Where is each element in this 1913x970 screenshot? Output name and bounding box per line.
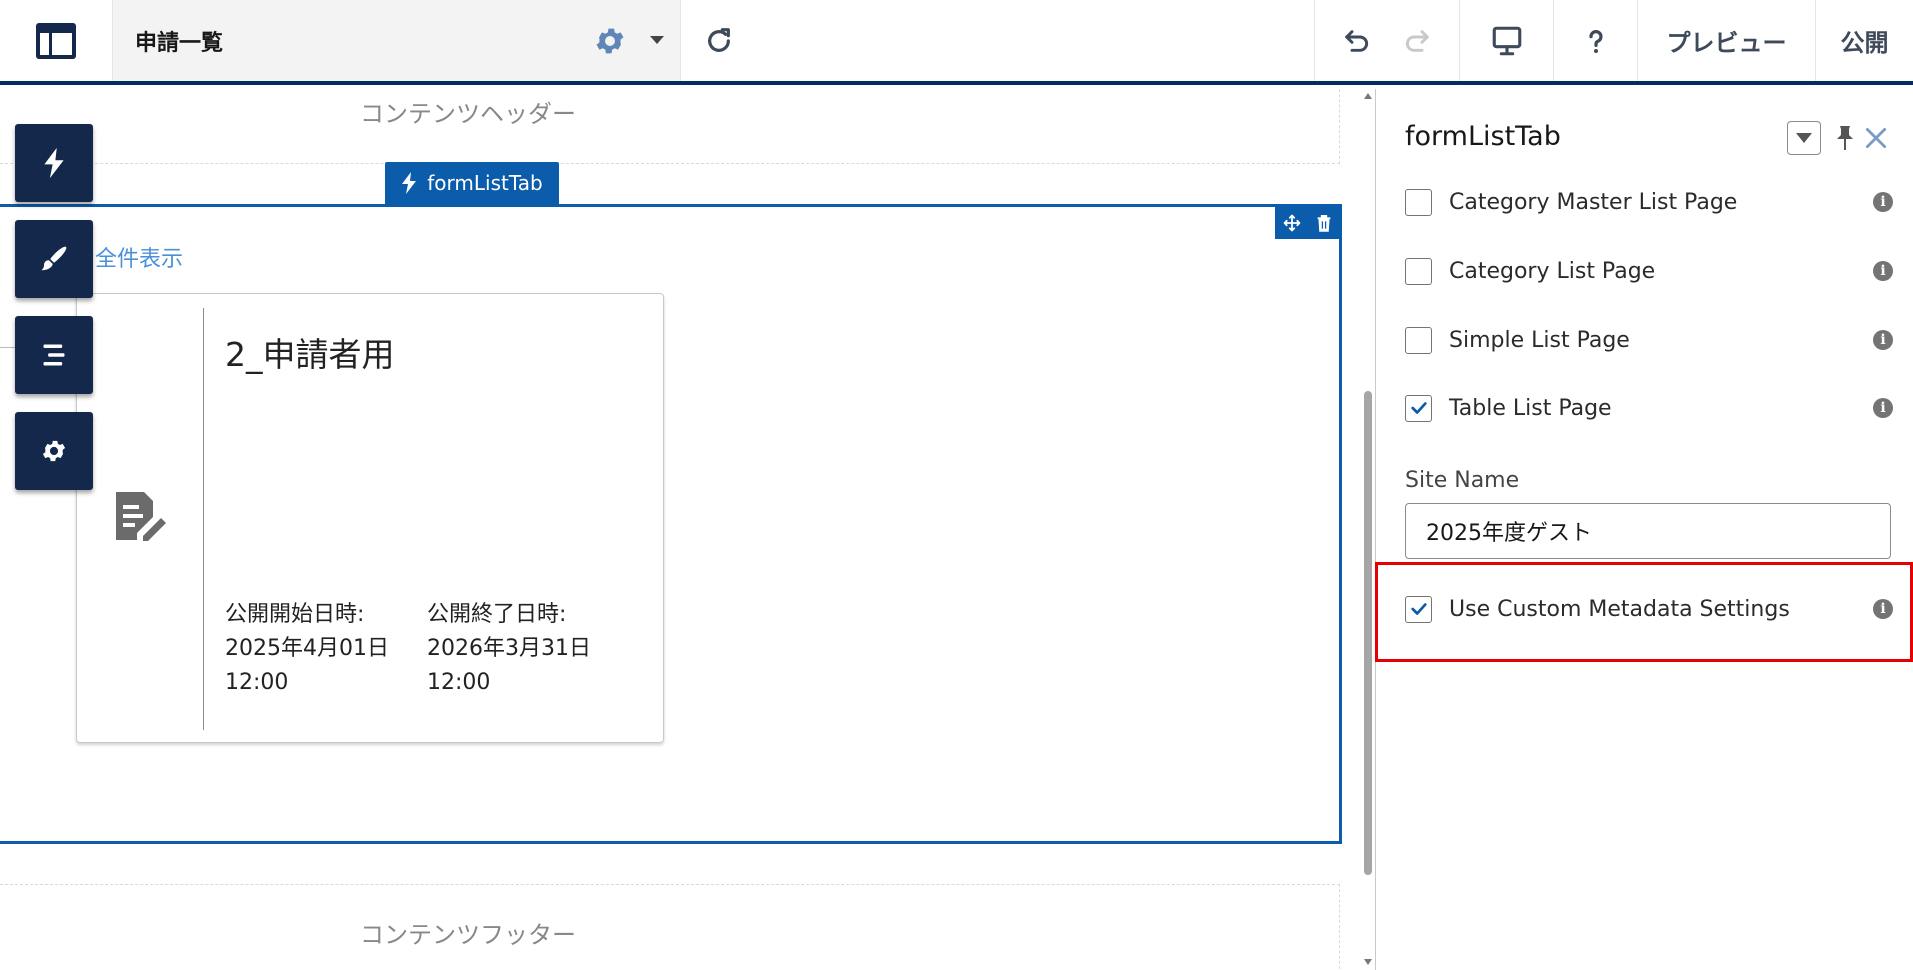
form-list-tab-component[interactable]: 全件表示 2_申請者用 公開開始日時: 2025年4月01日 12:00 公開終… <box>0 204 1342 844</box>
app-switcher-button[interactable] <box>0 0 113 81</box>
content-header-label: コンテンツヘッダー <box>360 100 576 128</box>
panel-menu-button[interactable] <box>1787 121 1821 155</box>
info-icon[interactable]: i <box>1873 261 1893 281</box>
builder-tool-rail <box>15 124 95 508</box>
scroll-up-arrow[interactable] <box>1364 93 1372 99</box>
property-label: Table List Page <box>1449 395 1612 421</box>
pin-icon[interactable] <box>1835 125 1855 151</box>
rail-divider <box>0 347 15 348</box>
component-tag[interactable]: formListTab <box>385 162 559 204</box>
page-canvas: コンテンツヘッダー formListTab 全件表示 2_申請者用 公開開始日時… <box>0 89 1375 970</box>
refresh-button[interactable] <box>681 0 756 81</box>
info-icon[interactable]: i <box>1873 192 1893 212</box>
checkbox[interactable] <box>1405 326 1432 354</box>
property-category-master-list-page[interactable]: Category Master List Page i <box>1405 182 1893 222</box>
brush-icon <box>41 246 67 271</box>
top-toolbar: 申請一覧 プレビュー 公開 <box>0 0 1913 85</box>
lightning-icon <box>44 147 64 179</box>
property-category-list-page[interactable]: Category List Page i <box>1405 251 1893 291</box>
property-panel: formListTab Category Master List Page i … <box>1375 89 1913 970</box>
property-label: Category Master List Page <box>1449 189 1738 215</box>
property-table-list-page[interactable]: Table List Page i <box>1405 388 1893 428</box>
publish-button[interactable]: 公開 <box>1815 0 1913 81</box>
content-footer-region[interactable]: コンテンツフッター <box>0 884 1340 970</box>
info-icon[interactable]: i <box>1873 398 1893 418</box>
page-selector[interactable]: 申請一覧 <box>113 0 681 81</box>
lightning-icon <box>402 172 417 194</box>
checkbox[interactable] <box>1405 595 1432 623</box>
component-actions <box>1275 207 1339 239</box>
publish-end-date: 公開終了日時: 2026年3月31日 12:00 <box>427 602 591 695</box>
list-icon <box>43 344 65 366</box>
redo-icon[interactable] <box>1402 25 1434 57</box>
view-all-link[interactable]: 全件表示 <box>95 241 183 273</box>
property-label: Use Custom Metadata Settings <box>1449 596 1790 622</box>
chevron-down-icon <box>1796 133 1812 143</box>
canvas-scrollbar[interactable] <box>1361 89 1375 970</box>
info-icon[interactable]: i <box>1873 599 1893 619</box>
move-icon[interactable] <box>1283 214 1301 232</box>
site-name-label: Site Name <box>1405 468 1520 493</box>
theme-button[interactable] <box>15 220 93 298</box>
form-document-icon <box>113 489 167 547</box>
property-label: Simple List Page <box>1449 327 1630 353</box>
content-footer-label: コンテンツフッター <box>360 921 576 949</box>
desktop-icon <box>1492 26 1521 55</box>
device-preview-button[interactable] <box>1459 0 1553 81</box>
navigation-button[interactable] <box>15 316 93 394</box>
checkbox[interactable] <box>1405 257 1432 285</box>
components-button[interactable] <box>15 124 93 202</box>
settings-button[interactable] <box>15 412 93 490</box>
preview-button[interactable]: プレビュー <box>1637 0 1815 81</box>
card-divider <box>203 308 204 730</box>
content-header-region[interactable]: コンテンツヘッダー <box>0 89 1340 164</box>
checkbox[interactable] <box>1405 394 1432 422</box>
checkmark-icon <box>1410 402 1427 414</box>
checkbox[interactable] <box>1405 188 1432 216</box>
publish-start-date: 公開開始日時: 2025年4月01日 12:00 <box>225 602 389 695</box>
site-name-input[interactable] <box>1405 503 1891 559</box>
help-button[interactable] <box>1553 0 1637 81</box>
layout-icon <box>36 22 76 59</box>
component-tag-label: formListTab <box>427 171 543 195</box>
close-icon[interactable] <box>1863 125 1889 151</box>
page-settings-icon[interactable] <box>593 24 627 58</box>
panel-title: formListTab <box>1405 121 1561 152</box>
property-label: Category List Page <box>1449 258 1656 284</box>
info-icon[interactable]: i <box>1873 330 1893 350</box>
gear-icon <box>42 440 66 462</box>
scroll-down-arrow[interactable] <box>1364 959 1372 965</box>
refresh-icon <box>707 27 730 52</box>
chevron-down-icon[interactable] <box>650 36 664 44</box>
help-icon <box>1588 29 1603 53</box>
scroll-thumb[interactable] <box>1364 391 1372 875</box>
property-simple-list-page[interactable]: Simple List Page i <box>1405 320 1893 360</box>
undo-icon[interactable] <box>1340 25 1372 57</box>
card-dates: 公開開始日時: 2025年4月01日 12:00 公開終了日時: 2026年3月… <box>225 598 607 700</box>
property-use-custom-metadata-settings[interactable]: Use Custom Metadata Settings i <box>1405 589 1893 629</box>
delete-icon[interactable] <box>1316 214 1332 232</box>
form-card[interactable]: 2_申請者用 公開開始日時: 2025年4月01日 12:00 公開終了日時: … <box>76 293 664 743</box>
card-title: 2_申請者用 <box>225 335 395 374</box>
page-title: 申請一覧 <box>135 30 224 56</box>
checkmark-icon <box>1410 603 1427 615</box>
